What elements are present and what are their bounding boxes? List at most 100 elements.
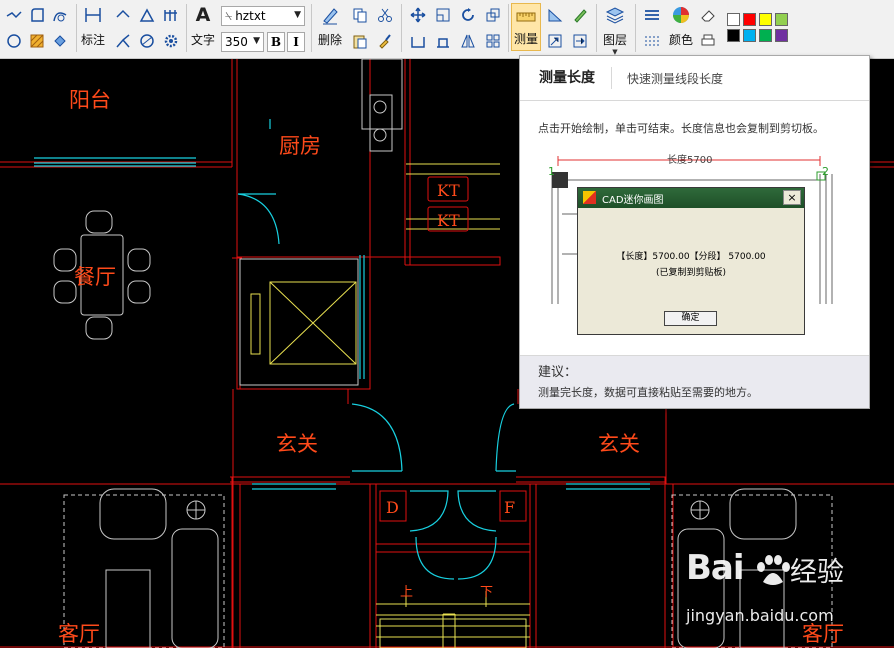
color-swatch[interactable] [759,29,772,42]
separator [311,4,312,52]
hatch-tool-button[interactable] [27,31,47,51]
fill-tool-button[interactable] [50,31,70,51]
area-button[interactable] [545,5,565,25]
extend-button[interactable] [433,31,453,51]
separator [401,4,402,52]
color-swatch[interactable] [759,13,772,26]
extend-icon [437,38,449,48]
trim-icon [411,37,425,48]
dimension-icon [85,8,101,22]
circle-tool-button[interactable] [4,31,24,51]
import-button[interactable] [545,31,565,51]
font-name-select[interactable]: ⍀ hztxt ▼ [221,6,305,26]
preview-point-1: 1 [548,165,555,178]
layer-label: 图层 [602,33,627,47]
text-label: 文字 [190,33,215,47]
color-swatch[interactable] [775,13,788,26]
array-icon [486,34,500,48]
watermark-brand: Bai [686,548,745,588]
diameter-dim-button[interactable] [137,31,157,51]
font-size-select[interactable]: 350 ▼ [221,32,264,52]
delete-button[interactable]: 删除 [314,5,346,48]
angle-dim-button[interactable] [137,5,157,25]
color-label: 颜色 [668,33,693,47]
color-swatch[interactable] [743,13,756,26]
measure-label: 测量 [513,32,538,46]
layer-button[interactable]: 图层 ▼ [599,5,631,56]
format-brush-button[interactable] [375,31,395,51]
font-icon: ⍀ [225,8,233,23]
color-swatch[interactable] [727,29,740,42]
chevron-down-icon: ▼ [294,10,301,20]
aligned-dim-button[interactable] [113,5,133,25]
mirror-icon [461,34,475,48]
copy-button[interactable] [350,5,370,25]
color-swatch[interactable] [727,13,740,26]
radius-icon [116,34,130,48]
color-button[interactable]: 颜色 [666,5,696,48]
rotate-button[interactable] [458,5,478,25]
paste-button[interactable] [350,31,370,51]
brush-icon [379,34,391,49]
tag-d: D [386,498,399,517]
tag-kt-2: KT [437,211,460,230]
room-label-living-left: 客厅 [58,622,100,646]
polyline-tool-button[interactable] [4,5,24,25]
gear-dim-button[interactable] [161,31,181,51]
separator [635,4,636,52]
suggestion-title: 建议： [538,365,578,380]
print-button[interactable] [698,31,718,51]
move-button[interactable] [408,5,428,25]
offset-button[interactable] [483,5,503,25]
room-label-entrance-left: 玄关 [276,432,318,456]
arc-icon [53,12,67,22]
arc-tool-button[interactable] [50,5,70,25]
rectangle-icon [31,8,44,22]
tag-kt-1: KT [437,181,460,200]
text-icon: A [195,4,211,26]
layers-icon [605,7,625,24]
trim-button[interactable] [408,31,428,51]
dialog-copied-text: (已复制到剪贴板) [655,268,727,278]
hatch-icon [30,34,44,48]
export-button[interactable] [570,31,590,51]
move-icon [410,7,426,23]
watermark-url: jingyan.baidu.com [686,606,834,625]
measure-button[interactable]: 测量 [511,3,541,51]
continuous-dimension-icon [164,10,177,21]
radius-dim-button[interactable] [113,31,133,51]
stair-arrows [405,591,487,607]
color-swatch[interactable] [743,29,756,42]
tag-f: F [504,498,515,517]
measure-result-dialog: CAD迷你画图 × 【长度】5700.00【分段】 5700.00 (已复制到剪… [577,187,805,335]
baidu-jingyan-watermark: Bai 经验 jingyan.baidu.com [686,548,886,634]
lineweight-button[interactable] [642,31,662,51]
diameter-icon [140,34,154,48]
delete-label: 删除 [317,33,342,47]
color-swatch[interactable] [775,29,788,42]
bold-label: B [270,35,282,49]
room-label-entrance-right: 玄关 [598,432,640,456]
linetype-button[interactable] [642,5,662,25]
cut-button[interactable] [375,5,395,25]
array-button[interactable] [483,31,503,51]
erase-fill-button[interactable] [698,5,718,25]
gear-icon [164,34,178,48]
pencil-button[interactable] [570,5,590,25]
scale-button[interactable] [433,5,453,25]
offset-icon [486,8,500,22]
angle-icon [139,8,155,22]
room-label-kitchen: 厨房 [279,134,321,158]
mirror-button[interactable] [458,31,478,51]
text-button[interactable]: A 文字 [190,5,216,48]
scale-icon [436,8,450,22]
import-icon [548,34,562,48]
continuous-dim-button[interactable] [161,5,181,25]
paw-icon [757,555,790,585]
rectangle-tool-button[interactable] [27,5,47,25]
dialog-ok-button: 确定 [664,311,717,326]
dimension-button[interactable]: 标注 [80,5,106,48]
italic-button[interactable]: I [287,32,305,52]
bold-button[interactable]: B [267,32,285,52]
preview-length-label: 长度5700 [667,153,712,166]
